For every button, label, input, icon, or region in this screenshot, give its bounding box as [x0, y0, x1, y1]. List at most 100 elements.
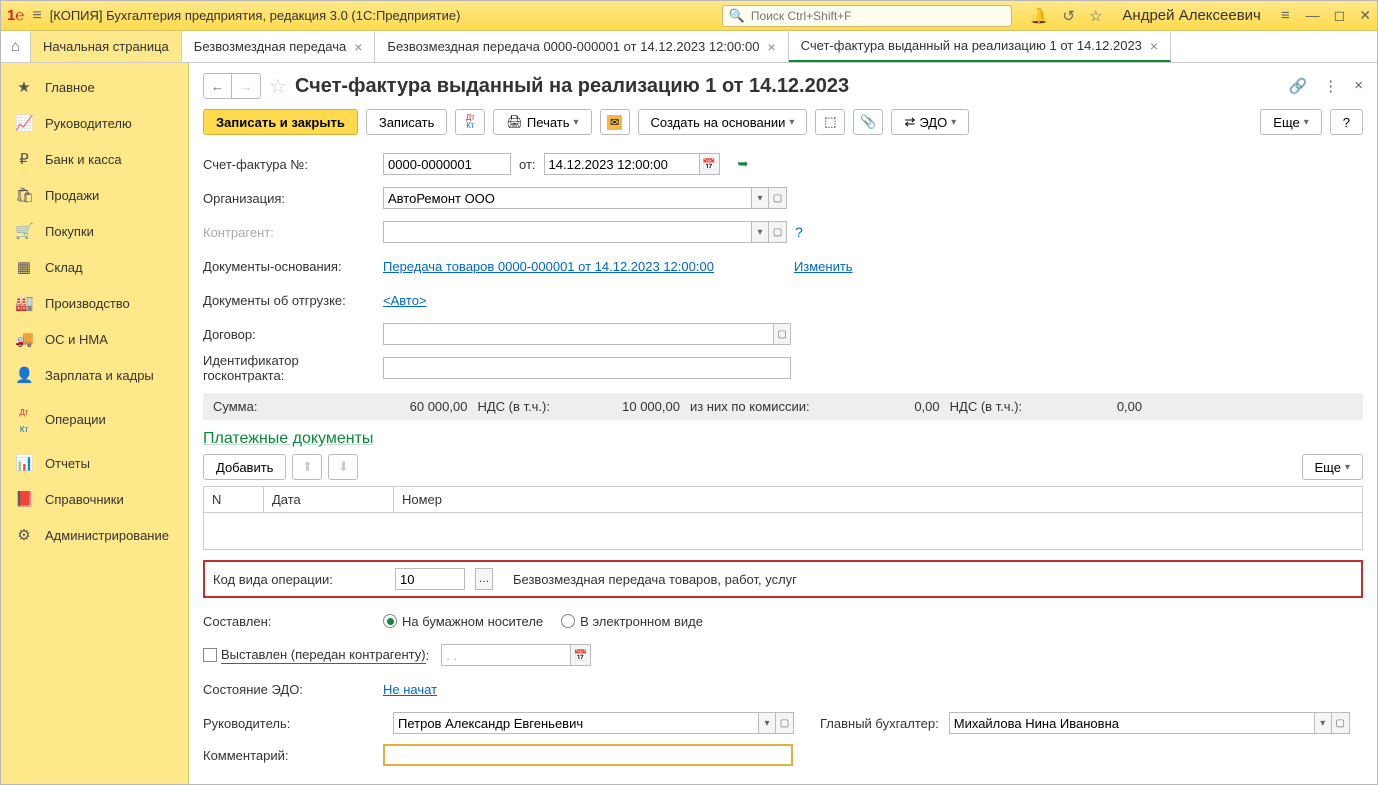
- history-icon[interactable]: ↺: [1062, 7, 1075, 25]
- dropdown-icon[interactable]: ▾: [1314, 712, 1332, 734]
- sidebar-item-sales[interactable]: 🛍Продажи: [1, 177, 188, 213]
- tab-close-icon[interactable]: ×: [767, 39, 775, 55]
- calendar-icon[interactable]: 📅: [700, 153, 720, 175]
- print-button[interactable]: Печать: [493, 109, 591, 135]
- apply-icon[interactable]: ➥: [738, 156, 749, 172]
- create-based-button[interactable]: Создать на основании: [638, 109, 808, 135]
- back-button[interactable]: ←: [204, 74, 232, 98]
- move-down-button[interactable]: ⬇: [328, 454, 358, 480]
- date-input[interactable]: [544, 153, 700, 175]
- add-button[interactable]: Добавить: [203, 454, 286, 480]
- col-num[interactable]: Номер: [394, 487, 1363, 513]
- tab-invoice[interactable]: Счет-фактура выданный на реализацию 1 от…: [789, 31, 1171, 62]
- nav-buttons: ← →: [203, 73, 261, 99]
- sidebar-item-assets[interactable]: 🚚ОС и НМА: [1, 321, 188, 357]
- bag-icon: 🛍: [15, 186, 33, 204]
- dropdown-icon[interactable]: ▾: [758, 712, 776, 734]
- contract-input[interactable]: [383, 323, 773, 345]
- sidebar-item-directories[interactable]: 📕Справочники: [1, 481, 188, 517]
- sidebar-item-main[interactable]: ★Главное: [1, 69, 188, 105]
- sidebar-item-operations[interactable]: ДтКтОперации: [1, 393, 188, 445]
- edo-state-link[interactable]: Не начат: [383, 682, 437, 697]
- open-icon[interactable]: ▢: [769, 187, 787, 209]
- clip-icon: [860, 114, 876, 130]
- from-label: от:: [519, 157, 536, 172]
- gos-input[interactable]: [383, 357, 791, 379]
- edo-button[interactable]: ⇄ ЭДО: [891, 109, 969, 135]
- tab-close-icon[interactable]: ×: [354, 39, 362, 55]
- tab-label: Начальная страница: [43, 39, 169, 54]
- attach-button[interactable]: [853, 109, 883, 135]
- sidebar-item-hr[interactable]: 👤Зарплата и кадры: [1, 357, 188, 393]
- move-up-button[interactable]: ⬆: [292, 454, 322, 480]
- dropdown-icon[interactable]: ▾: [751, 221, 769, 243]
- accountant-input[interactable]: [949, 712, 1314, 734]
- sidebar-item-bank[interactable]: ₽Банк и касса: [1, 141, 188, 177]
- issued-label[interactable]: Выставлен (передан контрагенту): [221, 647, 426, 664]
- open-icon[interactable]: ▢: [769, 221, 787, 243]
- print-icon: [506, 114, 523, 130]
- opcode-select-button[interactable]: …: [475, 568, 493, 590]
- home-tab-icon[interactable]: ⌂: [1, 31, 31, 62]
- menu-icon[interactable]: ≡: [32, 7, 41, 25]
- col-date[interactable]: Дата: [264, 487, 394, 513]
- opcode-input[interactable]: [395, 568, 465, 590]
- open-icon[interactable]: ▢: [776, 712, 794, 734]
- dropdown-icon[interactable]: ▾: [751, 187, 769, 209]
- tab-start[interactable]: Начальная страница: [31, 31, 182, 62]
- user-menu-icon[interactable]: ≡: [1281, 7, 1290, 24]
- sidebar-item-reports[interactable]: 📊Отчеты: [1, 445, 188, 481]
- star-icon[interactable]: ☆: [1089, 7, 1102, 25]
- save-button[interactable]: Записать: [366, 109, 448, 135]
- shipping-link[interactable]: <Авто>: [383, 293, 427, 308]
- issued-date-input[interactable]: . .: [441, 644, 571, 666]
- open-icon[interactable]: ▢: [773, 323, 791, 345]
- help-button[interactable]: ?: [1330, 109, 1363, 135]
- mail-button[interactable]: ✉: [600, 109, 630, 135]
- favorite-icon[interactable]: ☆: [269, 74, 287, 99]
- tab-transfer[interactable]: Безвозмездная передача ×: [182, 31, 376, 62]
- link-icon[interactable]: 🔗: [1289, 77, 1308, 95]
- maximize-button[interactable]: ◻: [1334, 7, 1346, 24]
- issued-checkbox[interactable]: [203, 648, 217, 662]
- payments-table-body[interactable]: [203, 513, 1363, 550]
- help-icon[interactable]: ?: [795, 224, 803, 240]
- sidebar-item-warehouse[interactable]: ▦Склад: [1, 249, 188, 285]
- sf-no-input[interactable]: [383, 153, 511, 175]
- radio-electronic[interactable]: В электронном виде: [561, 614, 703, 629]
- manager-input[interactable]: [393, 712, 758, 734]
- basis-label: Документы-основания:: [203, 259, 383, 274]
- dtkt-icon: ДтКт: [15, 402, 33, 436]
- open-icon[interactable]: ▢: [1332, 712, 1350, 734]
- kebab-icon[interactable]: ⋮: [1323, 77, 1338, 95]
- sidebar-item-purchases[interactable]: 🛒Покупки: [1, 213, 188, 249]
- sidebar-item-manager[interactable]: 📈Руководителю: [1, 105, 188, 141]
- save-close-button[interactable]: Записать и закрыть: [203, 109, 358, 135]
- radio-paper[interactable]: На бумажном носителе: [383, 614, 543, 629]
- close-button[interactable]: ✕: [1359, 7, 1371, 24]
- search-icon: 🔍: [729, 8, 745, 24]
- minimize-button[interactable]: —: [1306, 7, 1320, 24]
- sidebar-item-production[interactable]: 🏭Производство: [1, 285, 188, 321]
- close-page-icon[interactable]: ×: [1354, 77, 1363, 95]
- tab-close-icon[interactable]: ×: [1150, 38, 1158, 54]
- more-button[interactable]: Еще: [1260, 109, 1321, 135]
- bell-icon[interactable]: 🔔: [1030, 7, 1049, 25]
- search-input[interactable]: [751, 9, 1005, 23]
- tab-transfer-doc[interactable]: Безвозмездная передача 0000-000001 от 14…: [375, 31, 788, 62]
- forward-button[interactable]: →: [232, 74, 260, 98]
- composed-label: Составлен:: [203, 614, 383, 629]
- global-search[interactable]: 🔍: [722, 5, 1012, 27]
- calendar-icon[interactable]: 📅: [571, 644, 591, 666]
- username[interactable]: Андрей Алексеевич: [1122, 7, 1260, 24]
- sidebar-item-admin[interactable]: ⚙Администрирование: [1, 517, 188, 553]
- basis-change-link[interactable]: Изменить: [794, 259, 853, 274]
- org-input[interactable]: [383, 187, 751, 209]
- dtkt-button[interactable]: ДтКт: [455, 109, 485, 135]
- structure-button[interactable]: ⬚: [815, 109, 845, 135]
- comment-input[interactable]: [383, 744, 793, 766]
- basis-link[interactable]: Передача товаров 0000-000001 от 14.12.20…: [383, 259, 714, 274]
- col-n[interactable]: N: [204, 487, 264, 513]
- table-more-button[interactable]: Еще: [1302, 454, 1363, 480]
- counterparty-input[interactable]: [383, 221, 751, 243]
